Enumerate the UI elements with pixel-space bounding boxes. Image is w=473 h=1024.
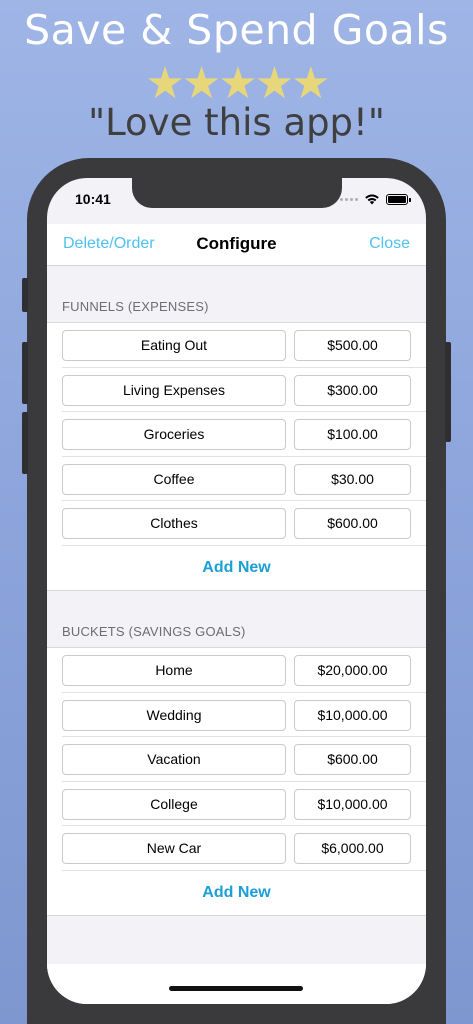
funnel-amount-field[interactable]: $300.00: [294, 374, 411, 406]
funnel-amount-field[interactable]: $600.00: [294, 508, 411, 540]
navigation-bar: Delete/Order Configure Close: [47, 224, 426, 266]
funnel-row: Clothes $600.00: [62, 501, 426, 546]
buckets-section-header: BUCKETS (SAVINGS GOALS): [62, 623, 246, 639]
add-funnel-button[interactable]: Add New: [47, 546, 426, 590]
bucket-name-field[interactable]: New Car: [62, 833, 286, 865]
status-time: 10:41: [75, 191, 111, 207]
phone-screen: 10:41 Delete/Order Configure Close FUNNE…: [47, 178, 426, 1004]
phone-mute-switch: [22, 278, 28, 312]
bucket-row: College $10,000.00: [62, 782, 426, 827]
bucket-name-field[interactable]: College: [62, 788, 286, 820]
funnel-amount-field[interactable]: $100.00: [294, 419, 411, 451]
funnel-name-field[interactable]: Coffee: [62, 463, 286, 495]
funnel-row: Coffee $30.00: [62, 457, 426, 502]
bucket-row: Home $20,000.00: [62, 648, 426, 693]
cellular-signal-icon: [340, 197, 358, 201]
add-bucket-button[interactable]: Add New: [47, 871, 426, 915]
funnel-amount-field[interactable]: $500.00: [294, 330, 411, 361]
bucket-name-field[interactable]: Vacation: [62, 744, 286, 776]
bucket-row: Vacation $600.00: [62, 737, 426, 782]
phone-volume-down: [22, 412, 28, 474]
delete-order-button[interactable]: Delete/Order: [63, 235, 155, 253]
bucket-name-field[interactable]: Wedding: [62, 699, 286, 731]
phone-power-button: [445, 342, 451, 442]
status-indicators: [340, 193, 411, 205]
funnel-row: Groceries $100.00: [62, 412, 426, 457]
promo-quote: "Love this app!": [88, 101, 385, 144]
bucket-amount-field[interactable]: $20,000.00: [294, 654, 411, 686]
home-indicator[interactable]: [169, 986, 303, 991]
funnel-name-field[interactable]: Clothes: [62, 508, 286, 540]
funnel-row: Living Expenses $300.00: [62, 368, 426, 413]
funnel-name-field[interactable]: Groceries: [62, 419, 286, 451]
funnels-group: Eating Out $500.00 Living Expenses $300.…: [47, 322, 426, 591]
buckets-group: Home $20,000.00 Wedding $10,000.00 Vacat…: [47, 646, 426, 916]
funnel-amount-field[interactable]: $30.00: [294, 463, 411, 495]
bucket-row: New Car $6,000.00: [62, 826, 426, 871]
bucket-amount-field[interactable]: $6,000.00: [294, 833, 411, 865]
funnel-name-field[interactable]: Eating Out: [62, 330, 286, 361]
battery-icon: [386, 193, 411, 205]
phone-notch: [132, 178, 342, 208]
funnel-row: Eating Out $500.00: [62, 323, 426, 368]
funnels-section-header: FUNNELS (EXPENSES): [62, 299, 209, 314]
bucket-name-field[interactable]: Home: [62, 654, 286, 686]
bucket-amount-field[interactable]: $10,000.00: [294, 788, 411, 820]
bucket-amount-field[interactable]: $10,000.00: [294, 699, 411, 731]
screen-bottom-area: [47, 964, 426, 1004]
wifi-icon: [365, 194, 379, 205]
bucket-amount-field[interactable]: $600.00: [294, 744, 411, 776]
configure-list: FUNNELS (EXPENSES) Eating Out $500.00 Li…: [47, 266, 426, 916]
promo-headline: Save & Spend Goals: [24, 6, 449, 54]
funnel-name-field[interactable]: Living Expenses: [62, 374, 286, 406]
close-button[interactable]: Close: [369, 235, 410, 253]
bucket-row: Wedding $10,000.00: [62, 693, 426, 738]
phone-volume-up: [22, 342, 28, 404]
